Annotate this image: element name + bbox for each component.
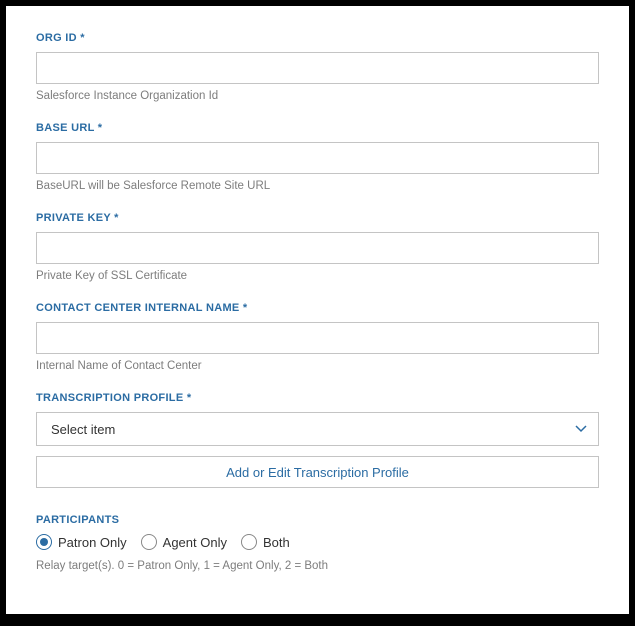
form-panel: ORG ID * Salesforce Instance Organizatio… [6,6,629,614]
contact-center-field: CONTACT CENTER INTERNAL NAME * Internal … [36,302,599,372]
base-url-help: BaseURL will be Salesforce Remote Site U… [36,180,599,192]
contact-center-help: Internal Name of Contact Center [36,360,599,372]
radio-patron-only[interactable]: Patron Only [36,534,127,550]
base-url-label: BASE URL * [36,122,599,134]
radio-label: Both [263,535,290,550]
transcription-profile-select-wrap: Select item [36,412,599,446]
private-key-field: PRIVATE KEY * Private Key of SSL Certifi… [36,212,599,282]
transcription-profile-label: TRANSCRIPTION PROFILE * [36,392,599,404]
participants-radio-group: Patron Only Agent Only Both [36,534,599,550]
add-edit-transcription-profile-button[interactable]: Add or Edit Transcription Profile [36,456,599,488]
org-id-field: ORG ID * Salesforce Instance Organizatio… [36,32,599,102]
contact-center-label: CONTACT CENTER INTERNAL NAME * [36,302,599,314]
org-id-label: ORG ID * [36,32,599,44]
radio-both[interactable]: Both [241,534,290,550]
org-id-help: Salesforce Instance Organization Id [36,90,599,102]
private-key-input[interactable] [36,232,599,264]
private-key-label: PRIVATE KEY * [36,212,599,224]
transcription-profile-select[interactable]: Select item [36,412,599,446]
transcription-profile-field: TRANSCRIPTION PROFILE * Select item Add … [36,392,599,488]
radio-label: Patron Only [58,535,127,550]
participants-help: Relay target(s). 0 = Patron Only, 1 = Ag… [36,560,599,572]
radio-icon [141,534,157,550]
radio-icon [241,534,257,550]
base-url-field: BASE URL * BaseURL will be Salesforce Re… [36,122,599,192]
participants-label: PARTICIPANTS [36,514,599,526]
private-key-help: Private Key of SSL Certificate [36,270,599,282]
radio-icon [36,534,52,550]
radio-agent-only[interactable]: Agent Only [141,534,227,550]
radio-label: Agent Only [163,535,227,550]
participants-section: PARTICIPANTS Patron Only Agent Only Both… [36,514,599,572]
base-url-input[interactable] [36,142,599,174]
org-id-input[interactable] [36,52,599,84]
contact-center-input[interactable] [36,322,599,354]
